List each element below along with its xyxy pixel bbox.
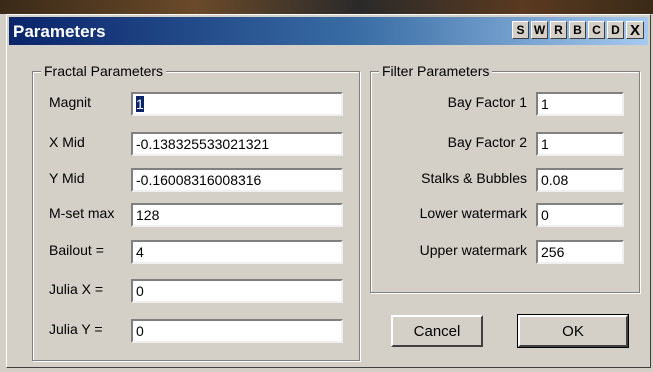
julia-x-field[interactable]: 0 xyxy=(131,279,343,303)
julia-y-label: Julia Y = xyxy=(49,321,103,337)
bay-factor-1-label: Bay Factor 1 xyxy=(447,94,527,110)
upper-watermark-label: Upper watermark xyxy=(419,242,527,258)
filter-parameters-label: Filter Parameters xyxy=(379,63,493,79)
parameters-dialog: Parameters S W R B C D X Fractal Paramet… xyxy=(6,14,651,368)
bailout-field[interactable]: 4 xyxy=(131,240,343,264)
title-button-c[interactable]: C xyxy=(588,21,605,39)
background-strip xyxy=(0,0,653,14)
close-button[interactable]: X xyxy=(626,21,644,39)
filter-parameters-group: Filter Parameters Bay Factor 1 1 Bay Fac… xyxy=(370,63,640,293)
ok-button[interactable]: OK xyxy=(517,314,629,348)
x-mid-field[interactable]: -0.138325533021321 xyxy=(131,132,343,156)
bay-factor-2-label: Bay Factor 2 xyxy=(447,134,527,150)
x-mid-label: X Mid xyxy=(49,134,85,150)
stalks-bubbles-field[interactable]: 0.08 xyxy=(536,168,624,192)
lower-watermark-label: Lower watermark xyxy=(419,205,527,221)
bay-factor-2-field[interactable]: 1 xyxy=(536,132,624,156)
mset-max-field[interactable]: 128 xyxy=(131,203,343,227)
title-button-d[interactable]: D xyxy=(607,21,624,39)
lower-watermark-field[interactable]: 0 xyxy=(536,203,624,227)
y-mid-field[interactable]: -0.16008316008316 xyxy=(131,168,343,192)
window-title: Parameters xyxy=(13,22,106,41)
title-button-w[interactable]: W xyxy=(531,21,548,39)
title-button-s[interactable]: S xyxy=(512,21,529,39)
fractal-parameters-group: Fractal Parameters Magnit 1 X Mid -0.138… xyxy=(32,63,360,361)
title-buttons: S W R B C D X xyxy=(512,21,644,39)
bay-factor-1-field[interactable]: 1 xyxy=(536,92,624,116)
mset-max-label: M-set max xyxy=(49,205,115,221)
y-mid-label: Y Mid xyxy=(49,170,85,186)
bailout-label: Bailout = xyxy=(49,242,104,258)
magnit-value: 1 xyxy=(136,96,144,112)
title-button-b[interactable]: B xyxy=(569,21,586,39)
julia-x-label: Julia X = xyxy=(49,281,104,297)
title-button-r[interactable]: R xyxy=(550,21,567,39)
cancel-button[interactable]: Cancel xyxy=(391,315,483,347)
magnit-label: Magnit xyxy=(49,94,92,110)
julia-y-field[interactable]: 0 xyxy=(131,319,343,343)
upper-watermark-field[interactable]: 256 xyxy=(536,240,624,264)
magnit-field[interactable]: 1 xyxy=(131,92,343,116)
title-bar[interactable]: Parameters S W R B C D X xyxy=(9,17,648,45)
fractal-parameters-label: Fractal Parameters xyxy=(41,63,167,79)
stalks-bubbles-label: Stalks & Bubbles xyxy=(421,170,527,186)
